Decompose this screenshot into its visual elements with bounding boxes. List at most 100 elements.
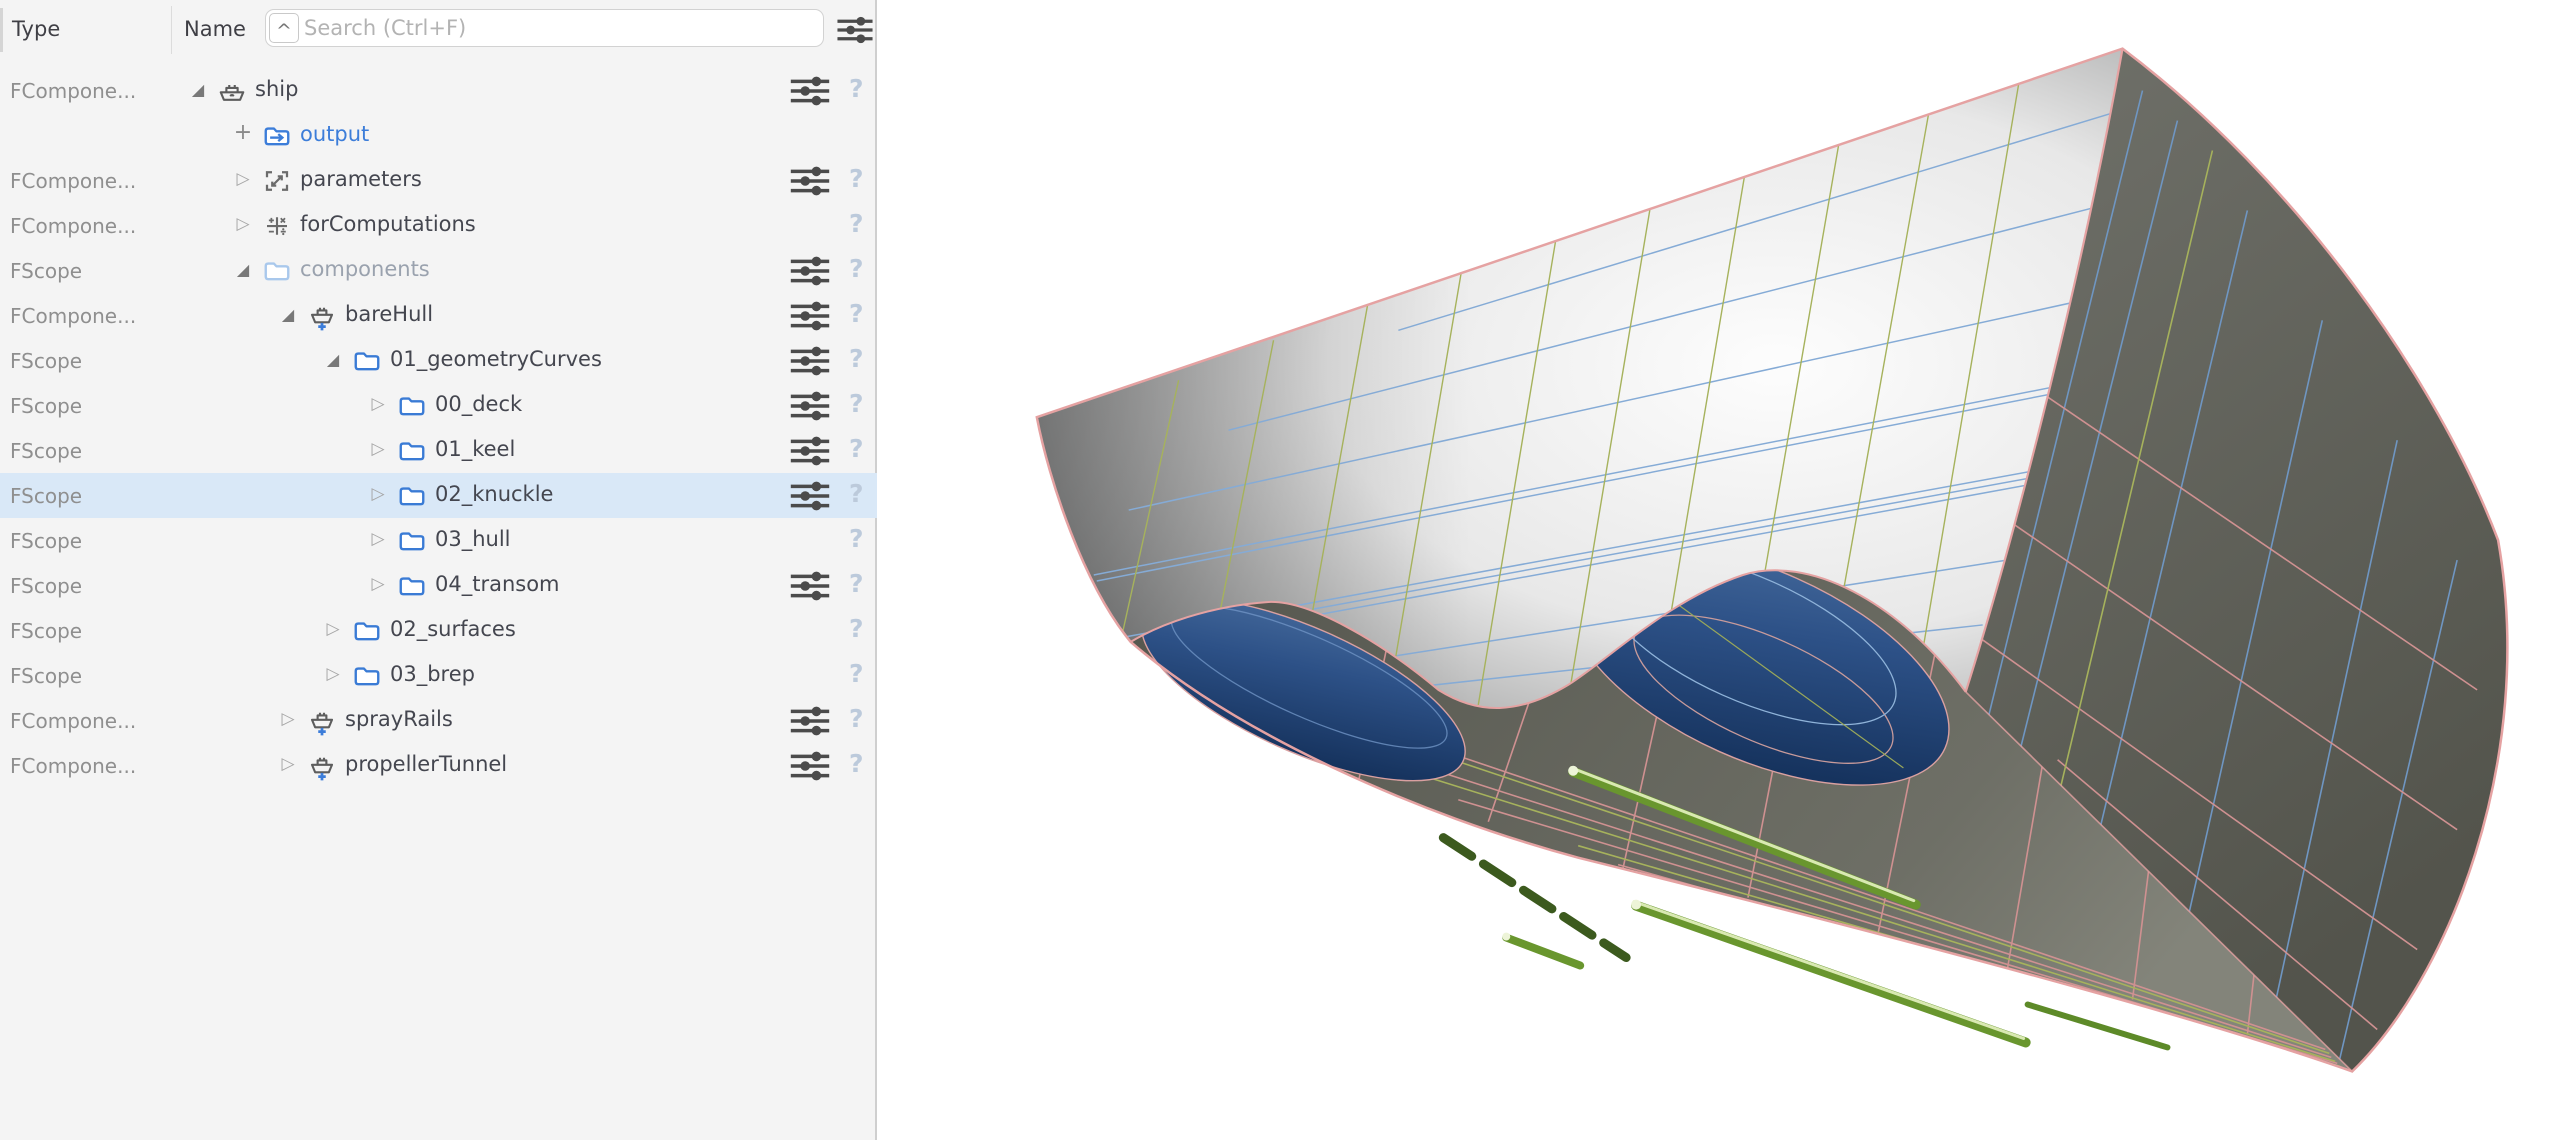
sliders-icon[interactable]: [786, 75, 834, 107]
tree-row[interactable]: FScope ▷ 04_transom ?: [0, 563, 877, 608]
tree-row[interactable]: FScope ▷ 03_brep ?: [0, 653, 877, 698]
tree-row[interactable]: FScope ▷ 03_hull ?: [0, 518, 877, 563]
help-icon[interactable]: ?: [849, 479, 864, 508]
expander-icon[interactable]: ▷: [320, 619, 346, 639]
help-icon[interactable]: ?: [849, 74, 864, 103]
expander-icon[interactable]: ◢: [320, 350, 346, 369]
help-icon[interactable]: ?: [849, 254, 864, 283]
row-type-label: FScope: [10, 529, 82, 553]
tree-row[interactable]: FScope ◢ 01_geometryCurves ?: [0, 338, 877, 383]
row-type-label: FScope: [10, 664, 82, 688]
expander-icon[interactable]: ▷: [320, 664, 346, 684]
sliders-icon[interactable]: [786, 165, 834, 197]
expander-icon[interactable]: ▷: [230, 169, 256, 189]
expander-icon[interactable]: ▷: [230, 214, 256, 234]
help-icon[interactable]: ?: [849, 389, 864, 418]
filter-settings-icon[interactable]: [836, 12, 874, 48]
row-label: 02_surfaces: [390, 617, 516, 641]
row-type-label: FScope: [10, 394, 82, 418]
expander-icon[interactable]: ▷: [275, 709, 301, 729]
tree-row[interactable]: FCompone... ▷ parameters ?: [0, 158, 877, 203]
node-icon: [262, 121, 292, 151]
sliders-icon[interactable]: [786, 345, 834, 377]
sliders-icon[interactable]: [786, 480, 834, 512]
expander-icon[interactable]: ▷: [365, 484, 391, 504]
help-icon[interactable]: ?: [849, 209, 864, 238]
tree-row[interactable]: FScope ◢ components ?: [0, 248, 877, 293]
tree-row[interactable]: FCompone... ◢ ship ?: [0, 68, 877, 113]
row-type-label: FCompone...: [10, 79, 136, 103]
help-icon[interactable]: ?: [849, 749, 864, 778]
expander-icon[interactable]: ▷: [365, 529, 391, 549]
node-icon: [397, 571, 427, 601]
node-icon: [352, 661, 382, 691]
tree-row[interactable]: + output ?: [0, 113, 877, 158]
row-label: 01_keel: [435, 437, 515, 461]
row-label: components: [300, 257, 430, 281]
sliders-icon[interactable]: [786, 570, 834, 602]
row-label: bareHull: [345, 302, 433, 326]
tree-row[interactable]: FScope ▷ 01_keel ?: [0, 428, 877, 473]
hull-side-light-surface: [1037, 49, 2123, 708]
row-label: forComputations: [300, 212, 476, 236]
viewport-3d[interactable]: [879, 0, 2560, 1140]
sliders-icon[interactable]: [786, 750, 834, 782]
sliders-icon[interactable]: [786, 255, 834, 287]
row-type-label: FScope: [10, 619, 82, 643]
tree-row[interactable]: FScope ▷ 02_surfaces ?: [0, 608, 877, 653]
node-icon: [262, 211, 292, 241]
help-icon[interactable]: ?: [849, 434, 864, 463]
node-icon: [307, 706, 337, 736]
tree-row[interactable]: FCompone... ▷ forComputations ?: [0, 203, 877, 248]
row-label: 04_transom: [435, 572, 560, 596]
help-icon[interactable]: ?: [849, 344, 864, 373]
object-tree-panel: Type Name ^ FCompone... ◢ ship ? + outpu…: [0, 0, 877, 1140]
row-label: ship: [255, 77, 298, 101]
sliders-icon[interactable]: [786, 390, 834, 422]
tree-row[interactable]: FCompone... ▷ propellerTunnel ?: [0, 743, 877, 788]
help-icon[interactable]: ?: [849, 569, 864, 598]
collapse-all-button[interactable]: ^: [269, 13, 299, 43]
tree-row[interactable]: FCompone... ◢ bareHull ?: [0, 293, 877, 338]
row-label: output: [300, 122, 369, 146]
node-icon: [307, 751, 337, 781]
help-icon[interactable]: ?: [849, 659, 864, 688]
help-icon[interactable]: ?: [849, 524, 864, 553]
search-input[interactable]: [304, 11, 819, 45]
sliders-icon[interactable]: [786, 705, 834, 737]
node-icon: [397, 391, 427, 421]
tree-row[interactable]: FScope ▷ 02_knuckle ?: [0, 473, 877, 518]
expander-icon[interactable]: ◢: [230, 260, 256, 279]
expander-icon[interactable]: ▷: [275, 754, 301, 774]
node-icon: [352, 616, 382, 646]
tree-row[interactable]: FScope ▷ 00_deck ?: [0, 383, 877, 428]
row-type-label: FScope: [10, 259, 82, 283]
help-icon[interactable]: ?: [849, 614, 864, 643]
row-type-label: FScope: [10, 574, 82, 598]
expander-icon[interactable]: +: [230, 120, 256, 145]
help-icon[interactable]: ?: [849, 704, 864, 733]
help-icon[interactable]: ?: [849, 164, 864, 193]
row-type-label: FScope: [10, 349, 82, 373]
row-label: parameters: [300, 167, 422, 191]
expander-icon[interactable]: ◢: [275, 305, 301, 324]
expander-icon[interactable]: ◢: [185, 80, 211, 99]
row-label: 03_brep: [390, 662, 475, 686]
tree-row[interactable]: FCompone... ▷ sprayRails ?: [0, 698, 877, 743]
expander-icon[interactable]: ▷: [365, 574, 391, 594]
row-label: 03_hull: [435, 527, 511, 551]
expander-icon[interactable]: ▷: [365, 439, 391, 459]
sliders-icon[interactable]: [786, 300, 834, 332]
row-label: 00_deck: [435, 392, 522, 416]
hull-3d-scene: [879, 0, 2560, 1140]
row-type-label: FScope: [10, 484, 82, 508]
column-divider[interactable]: [171, 6, 172, 54]
node-icon: [397, 481, 427, 511]
search-box: ^: [265, 9, 824, 47]
sliders-icon[interactable]: [786, 435, 834, 467]
expander-icon[interactable]: ▷: [365, 394, 391, 414]
node-icon: [307, 301, 337, 331]
node-icon: [397, 436, 427, 466]
node-icon: [217, 76, 247, 106]
help-icon[interactable]: ?: [849, 299, 864, 328]
